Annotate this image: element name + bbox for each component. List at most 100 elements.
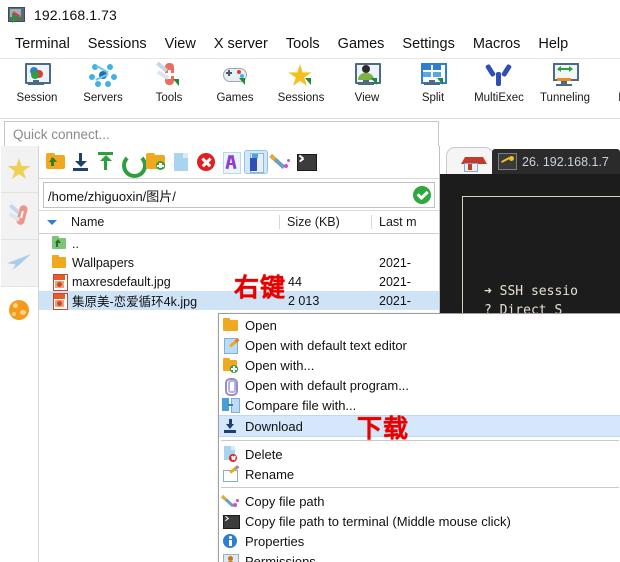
menu-x-server[interactable]: X server (205, 34, 277, 54)
tab-ssh-session[interactable]: 26. 192.168.1.7 (492, 149, 620, 174)
context-menu-label: Properties (245, 533, 305, 549)
refresh-icon[interactable] (120, 151, 147, 178)
download-arrow-icon[interactable] (70, 151, 92, 173)
new-folder-icon[interactable] (145, 151, 167, 173)
window-title: 192.168.1.73 (34, 7, 117, 23)
file-context-menu: Open Open with default text editor Open … (218, 313, 620, 562)
image-file-icon (52, 293, 68, 310)
file-name: .. (72, 236, 79, 251)
sidebar-item-favorites[interactable] (0, 146, 38, 193)
context-menu-label: Download (245, 418, 303, 434)
sidebar-item-tools[interactable] (0, 193, 38, 240)
column-header-modified[interactable]: Last m (371, 215, 439, 229)
delete-file-icon (222, 446, 239, 462)
download-arrow-icon (222, 418, 239, 434)
mobaxterm-icon (8, 6, 26, 24)
context-menu-label: Open (245, 317, 277, 333)
quick-connect-input[interactable]: Quick connect... (4, 121, 439, 147)
upload-arrow-icon[interactable] (95, 151, 117, 173)
file-list-header: Name Size (KB) Last m (39, 210, 439, 234)
context-menu-separator (221, 487, 619, 488)
context-menu-label: Rename (245, 466, 295, 482)
sidebar-filler (0, 333, 38, 562)
folder-up-icon (52, 236, 68, 251)
context-menu-item-open-text-editor[interactable]: Open with default text editor (219, 335, 620, 355)
context-menu-item-rename[interactable]: Rename (219, 464, 620, 484)
context-menu-label: Delete (245, 446, 283, 462)
view-user-monitor-icon (352, 62, 382, 90)
column-header-name[interactable]: Name (65, 215, 279, 229)
toolbar-button-tunneling[interactable]: Tunneling (532, 62, 598, 104)
file-size: 44 (288, 274, 302, 289)
paper-plane-icon (6, 250, 32, 276)
context-menu-item-compare-file[interactable]: Compare file with... (219, 395, 620, 415)
column-header-size[interactable]: Size (KB) (279, 215, 371, 229)
context-menu-label: Open with default program... (245, 377, 410, 393)
menu-sessions[interactable]: Sessions (79, 34, 156, 54)
toolbar-button-servers[interactable]: Servers (70, 62, 136, 104)
toolbar-button-multiexec[interactable]: MultiExec (466, 62, 532, 104)
tunneling-arrows-icon (550, 62, 580, 90)
terminal-icon (222, 513, 240, 529)
mobaxterm-window: 192.168.1.73 Terminal Sessions View X se… (0, 0, 620, 562)
toolbar-button-sessions[interactable]: Sessions (268, 62, 334, 104)
gamepad-icon (220, 62, 250, 90)
context-menu-item-open[interactable]: Open (219, 315, 620, 335)
file-size: 2 013 (288, 293, 320, 308)
table-row[interactable]: .. (39, 234, 439, 253)
delete-icon[interactable] (195, 151, 217, 173)
new-file-icon[interactable] (170, 151, 192, 173)
sidebar-item-sftp[interactable] (0, 240, 38, 287)
sftp-toolbar (39, 146, 439, 179)
magic-wand-icon[interactable] (269, 151, 292, 173)
menu-settings[interactable]: Settings (393, 34, 463, 54)
menu-help[interactable]: Help (529, 34, 577, 54)
session-monitor-icon (22, 62, 52, 90)
context-menu-separator (221, 440, 619, 441)
menu-view[interactable]: View (156, 34, 205, 54)
toolbar-button-games[interactable]: Games (202, 62, 268, 104)
paperclip-icon (222, 377, 239, 396)
context-menu-item-copy-file-path[interactable]: Copy file path (219, 491, 620, 511)
context-menu-item-properties[interactable]: Properties (219, 531, 620, 551)
right-click-annotation: 右键 (234, 273, 287, 302)
image-file-icon (52, 274, 68, 291)
sftp-path-text[interactable]: /home/zhiguoxin/图片/ (44, 186, 413, 205)
terminal-icon[interactable] (295, 151, 317, 173)
context-menu-item-permissions[interactable]: Permissions (219, 551, 620, 562)
menu-macros[interactable]: Macros (464, 34, 530, 54)
menu-games[interactable]: Games (329, 34, 394, 54)
context-menu-item-copy-path-to-terminal[interactable]: Copy file path to terminal (Middle mouse… (219, 511, 620, 531)
key-icon (498, 153, 517, 170)
context-menu-item-delete[interactable]: Delete (219, 444, 620, 464)
toolbar-button-split[interactable]: Split (400, 62, 466, 104)
context-menu-item-open-default-program[interactable]: Open with default program... (219, 375, 620, 396)
permissions-icon (222, 553, 239, 562)
follow-terminal-folder-icon[interactable] (244, 150, 268, 174)
context-menu-label: Compare file with... (245, 397, 357, 413)
tab-home[interactable] (446, 147, 494, 174)
toolbar-button-session[interactable]: Session (4, 62, 70, 104)
sidebar-item-macros[interactable] (0, 287, 38, 333)
folder-up-icon[interactable] (45, 151, 67, 173)
title-bar: 192.168.1.73 (0, 0, 620, 30)
multiexec-fork-icon (484, 62, 514, 90)
left-sidebar (0, 146, 39, 562)
file-modified: 2021- (379, 293, 411, 308)
context-menu-item-download[interactable]: Download (219, 415, 620, 437)
context-menu-item-open-with[interactable]: Open with... (219, 355, 620, 375)
text-mode-icon[interactable] (220, 151, 242, 174)
star-icon (6, 156, 32, 182)
quick-connect-row: Quick connect... (0, 119, 620, 149)
menu-terminal[interactable]: Terminal (6, 34, 79, 54)
toolbar-button-view[interactable]: View (334, 62, 400, 104)
toolbar-button-tools[interactable]: Tools (136, 61, 202, 104)
sort-arrow-icon[interactable] (39, 219, 65, 225)
menu-tools[interactable]: Tools (277, 34, 329, 54)
toolbar-label: Tools (155, 92, 183, 104)
toolbar-label: Tunneling (539, 92, 591, 104)
toolbar-button-packages[interactable]: Pack (598, 62, 620, 104)
toolbar-label: View (354, 92, 380, 104)
sftp-path-bar[interactable]: /home/zhiguoxin/图片/ (43, 182, 435, 208)
split-panes-icon (418, 62, 448, 90)
